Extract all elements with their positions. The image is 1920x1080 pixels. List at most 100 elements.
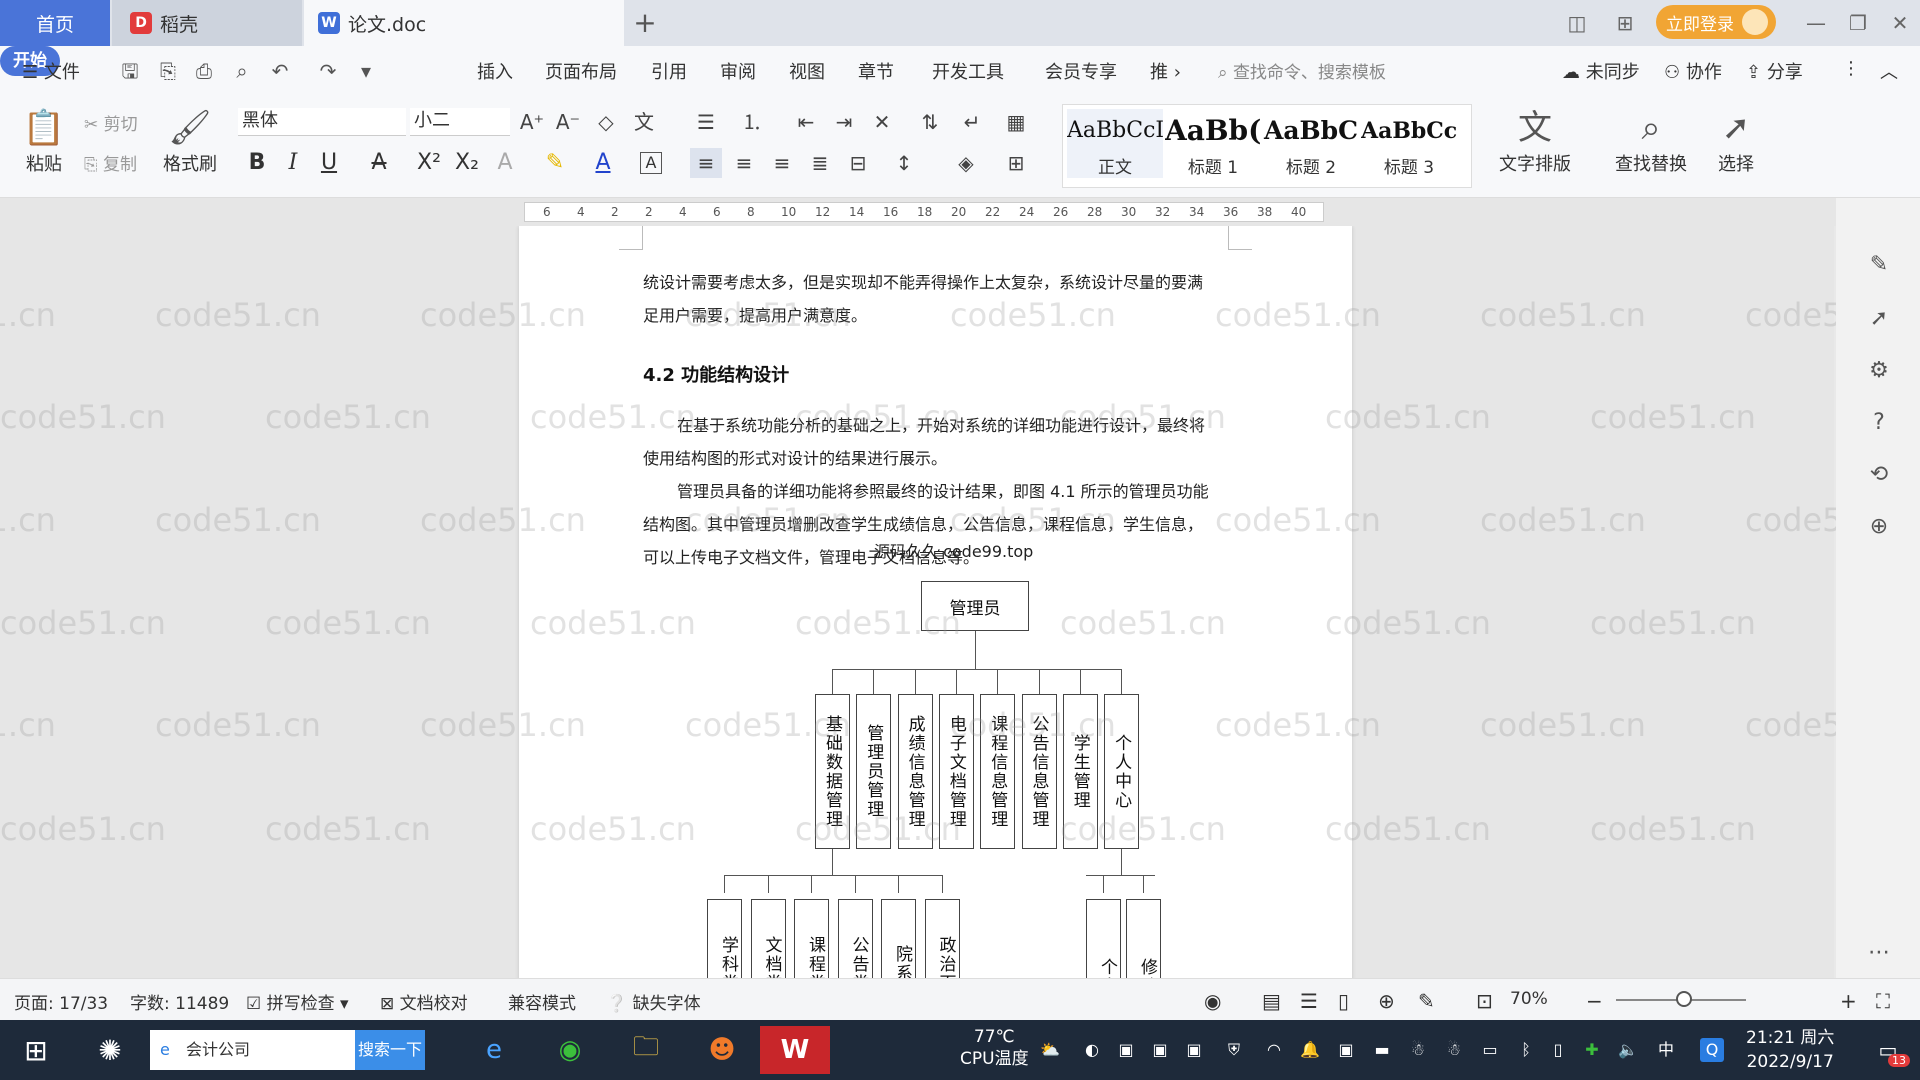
collapse-ribbon-icon[interactable]: ︿ [1880, 58, 1898, 84]
weather-icon[interactable]: ⛅ [1038, 1038, 1062, 1062]
numbered-list-icon[interactable]: ⒈ [736, 108, 768, 136]
menu-recommend[interactable]: 推 › [1150, 58, 1181, 84]
gpu-icon[interactable]: ▬ [1370, 1038, 1394, 1062]
menu-insert[interactable]: 插入 [477, 58, 513, 84]
taskbar-search-button[interactable]: 搜索一下 [355, 1030, 425, 1070]
font-color-icon[interactable]: A [588, 148, 618, 178]
battery-icon[interactable]: ▭ [1478, 1038, 1502, 1062]
text-effect-icon[interactable]: A [490, 148, 520, 178]
ie-browser-icon[interactable]: e [466, 1026, 522, 1074]
navigation-icon[interactable]: ⊕ [1864, 512, 1894, 542]
file-menu[interactable]: ☰ 文件 [22, 58, 80, 84]
menu-review[interactable]: 审阅 [720, 58, 756, 84]
qq-icon[interactable]: ☃ [1406, 1038, 1430, 1062]
shading-icon[interactable]: ◈ [950, 148, 982, 178]
read-view-icon[interactable]: ▯ [1338, 989, 1349, 1013]
zoom-level[interactable]: 70% [1510, 989, 1548, 1009]
shield-icon[interactable]: ⛨ [1222, 1038, 1246, 1062]
decrease-indent-icon[interactable]: ⇤ [790, 108, 822, 136]
more-icon[interactable]: ⋮ [1842, 58, 1860, 79]
distributed-icon[interactable]: ⊟ [842, 148, 874, 178]
layout-icon[interactable]: ◫ [1560, 8, 1594, 38]
document-area[interactable]: code51.cn code51.cn code51.cn code51.cn code… [0, 226, 1836, 978]
underline-icon[interactable]: U [314, 148, 344, 178]
superscript-icon[interactable]: X² [414, 148, 444, 178]
sort-icon[interactable]: ⇅ [914, 108, 946, 136]
align-left-icon[interactable]: ≡ [690, 148, 722, 178]
zoom-out-icon[interactable]: − [1586, 989, 1603, 1013]
tray-plus-icon[interactable]: ✚ [1580, 1038, 1604, 1062]
find-replace-button[interactable]: ⌕ 查找替换 [1606, 106, 1696, 176]
command-search-input[interactable]: ⌕ 查找命令、搜索模板 [1218, 58, 1386, 83]
bell-icon[interactable]: 🔔 [1298, 1038, 1322, 1062]
line-spacing-icon[interactable]: ↕ [888, 148, 920, 178]
spell-check[interactable]: ☑ 拼写检查 ▾ [246, 989, 349, 1014]
undo-icon[interactable]: ↶ [266, 58, 294, 84]
bold-icon[interactable]: B [242, 148, 272, 178]
copy-button[interactable]: ⎘ 复制 [84, 150, 137, 175]
align-center-icon[interactable]: ≡ [728, 148, 760, 178]
minimize-button[interactable]: — [1796, 6, 1836, 40]
input-method[interactable]: 中 [1654, 1038, 1678, 1062]
qq-icon[interactable]: ☃ [1442, 1038, 1466, 1062]
wps-app-icon[interactable]: W [760, 1026, 830, 1074]
fullscreen-icon[interactable]: ⛶ [1876, 989, 1890, 1013]
mask-app-icon[interactable]: ☻ [694, 1026, 750, 1074]
fit-page-icon[interactable]: ⊡ [1476, 989, 1493, 1013]
pen-icon[interactable]: ✎ [1864, 250, 1894, 280]
style-normal[interactable]: AaBbCcI 正文 [1067, 109, 1163, 178]
tray-app-icon[interactable]: ▣ [1182, 1038, 1206, 1062]
new-tab-button[interactable]: + [625, 4, 665, 42]
sync-status[interactable]: ☁ 未同步 [1562, 58, 1640, 84]
horizontal-ruler[interactable]: 6 4 2 2 4 6 8 10 12 14 16 18 20 22 24 26 28 30 32 34 36 38 40 [524, 202, 1324, 222]
print-preview-icon[interactable]: ⌕ [228, 58, 256, 84]
clear-format-icon[interactable]: ◇ [590, 108, 622, 136]
login-button[interactable]: 立即登录 [1656, 5, 1776, 39]
paste-button[interactable]: 📋 粘贴 [16, 106, 72, 176]
text-layout-button[interactable]: 文 文字排版 [1490, 106, 1580, 176]
print-icon[interactable]: ⎙ [190, 58, 218, 84]
chinese-layout-icon[interactable]: ✕ [866, 108, 898, 136]
justify-icon[interactable]: ≣ [804, 148, 836, 178]
page-indicator[interactable]: 页面: 17/33 [14, 989, 108, 1014]
browser-360-icon[interactable]: ◉ [542, 1026, 598, 1074]
tab-daoke[interactable]: D 稻壳 [112, 0, 302, 46]
zoom-slider-knob[interactable] [1676, 991, 1692, 1007]
save-icon[interactable]: 🖫 [116, 58, 144, 84]
close-button[interactable]: ✕ [1880, 6, 1920, 40]
menu-member[interactable]: 会员专享 [1045, 58, 1117, 84]
phonetic-icon[interactable]: 文 [628, 108, 660, 136]
shrink-font-icon[interactable]: A⁻ [552, 108, 584, 136]
font-size-select[interactable]: 小二 [410, 108, 510, 136]
bullet-list-icon[interactable]: ☰ [690, 108, 722, 136]
clock[interactable]: 21:21 周六 2022/9/17 [1746, 1026, 1834, 1074]
collab-button[interactable]: ⚇ 协作 [1664, 58, 1722, 84]
usb-icon[interactable]: ▯ [1546, 1038, 1570, 1062]
tray-app-icon[interactable]: ▣ [1114, 1038, 1138, 1062]
fan-app-icon[interactable]: ✺ [82, 1026, 138, 1074]
menu-page-layout[interactable]: 页面布局 [545, 58, 617, 84]
page-view-icon[interactable]: ▤ [1262, 989, 1281, 1013]
borders-icon[interactable]: ⊞ [1000, 148, 1032, 178]
tray-app-icon[interactable]: ▣ [1334, 1038, 1358, 1062]
table-ruler-icon[interactable]: ▦ [1000, 108, 1032, 136]
zoom-in-icon[interactable]: + [1840, 989, 1857, 1013]
align-right-icon[interactable]: ≡ [766, 148, 798, 178]
missing-font[interactable]: ❔ 缺失字体 [606, 989, 701, 1014]
eye-protect-icon[interactable]: ◉ [1204, 989, 1221, 1013]
word-count[interactable]: 字数: 11489 [130, 989, 229, 1014]
subscript-icon[interactable]: X₂ [452, 148, 482, 178]
windows-start-icon[interactable]: ⊞ [8, 1026, 64, 1074]
char-border-icon[interactable]: A [640, 152, 662, 174]
bluetooth-icon[interactable]: ᛒ [1514, 1038, 1538, 1062]
italic-icon[interactable]: I [278, 148, 308, 178]
menu-chapter[interactable]: 章节 [858, 58, 894, 84]
help-icon[interactable]: ? [1864, 408, 1894, 438]
tab-home[interactable]: 首页 [0, 0, 110, 46]
restore-button[interactable]: ❐ [1838, 6, 1878, 40]
backup-icon[interactable]: ⟲ [1864, 460, 1894, 490]
customize-chevron-icon[interactable]: ▾ [352, 58, 380, 84]
redo-icon[interactable]: ↷ [314, 58, 342, 84]
grow-font-icon[interactable]: A⁺ [516, 108, 548, 136]
format-painter-button[interactable]: 🖌 格式刷 [160, 106, 220, 176]
